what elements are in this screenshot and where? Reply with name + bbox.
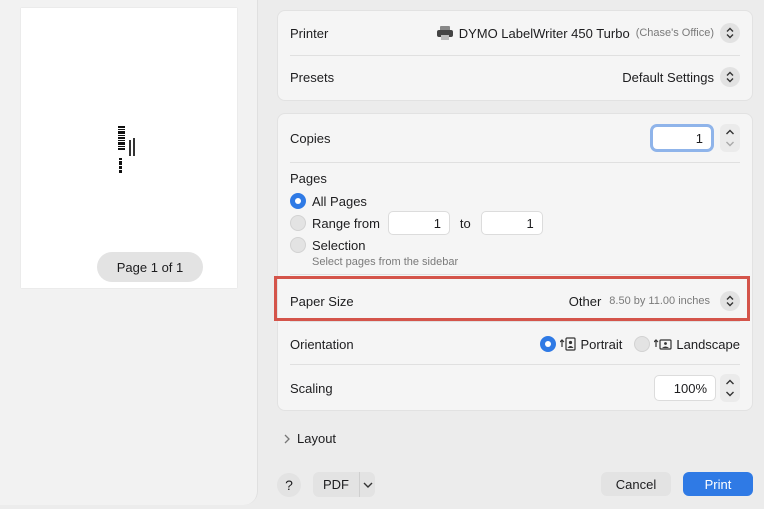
range-start-input[interactable] (387, 211, 450, 235)
print-button[interactable]: Print (683, 472, 753, 496)
printer-label: Printer (290, 25, 329, 41)
range-option[interactable]: Range from to (290, 211, 543, 235)
range-from-label: Range from (312, 215, 380, 231)
scaling-row: Scaling (290, 373, 740, 403)
chevron-down-icon[interactable] (361, 480, 375, 490)
chevron-right-icon (284, 434, 290, 443)
label-preview-icon (118, 126, 135, 173)
print-settings: Printer DYMO LabelWriter 450 Turbo (Chas… (277, 0, 764, 509)
landscape-label: Landscape (676, 336, 740, 352)
copies-row: Copies (290, 122, 740, 154)
selection-label: Selection (312, 237, 366, 253)
presets-value: Default Settings (622, 69, 714, 85)
portrait-icon (560, 337, 577, 351)
help-button[interactable]: ? (277, 473, 301, 497)
range-to-label: to (459, 215, 471, 231)
landscape-icon (654, 339, 672, 350)
range-end-input[interactable] (480, 211, 543, 235)
selection-option[interactable]: Selection (290, 237, 365, 253)
all-pages-label: All Pages (312, 193, 367, 209)
selection-radio[interactable] (290, 237, 306, 253)
all-pages-radio[interactable] (290, 193, 306, 209)
presets-row[interactable]: Presets Default Settings (290, 65, 740, 89)
preview-sidebar: Page 1 of 1 (0, 0, 258, 505)
divider (359, 472, 360, 497)
divider (290, 162, 740, 163)
scaling-stepper[interactable] (720, 374, 740, 402)
selection-hint: Select pages from the sidebar (312, 256, 459, 268)
pages-label: Pages (290, 171, 327, 186)
page-thumbnail[interactable]: Page 1 of 1 (21, 8, 237, 288)
paper-size-highlight (274, 276, 750, 321)
portrait-radio[interactable] (540, 336, 557, 352)
orientation-label: Orientation (290, 336, 354, 352)
presets-label: Presets (290, 69, 335, 85)
divider (290, 55, 740, 56)
pdf-button[interactable]: PDF (313, 472, 375, 497)
options-section: Copies Pages All Pages Range from to Sel… (277, 113, 753, 411)
printer-section: Printer DYMO LabelWriter 450 Turbo (Chas… (277, 10, 753, 101)
divider (290, 364, 740, 365)
copies-label: Copies (290, 130, 331, 146)
printer-location: (Chase's Office) (635, 27, 714, 39)
copies-input[interactable] (650, 124, 714, 152)
range-radio[interactable] (290, 215, 306, 231)
portrait-label: Portrait (580, 336, 623, 352)
page-indicator: Page 1 of 1 (97, 252, 203, 282)
layout-label: Layout (297, 431, 337, 446)
scaling-input[interactable] (654, 375, 716, 401)
chevron-updown-icon[interactable] (720, 67, 740, 87)
scaling-label: Scaling (290, 380, 333, 396)
divider (290, 274, 740, 275)
orientation-row: Orientation Portrait Landscape (290, 332, 740, 356)
printer-row[interactable]: Printer DYMO LabelWriter 450 Turbo (Chas… (290, 21, 740, 45)
cancel-button[interactable]: Cancel (601, 472, 671, 496)
copies-stepper[interactable] (720, 124, 740, 152)
landscape-radio[interactable] (634, 336, 651, 352)
pdf-label: PDF (323, 477, 349, 492)
chevron-updown-icon[interactable] (720, 23, 740, 43)
layout-disclosure[interactable]: Layout (283, 431, 336, 446)
printer-name: DYMO LabelWriter 450 Turbo (458, 25, 630, 41)
all-pages-option[interactable]: All Pages (290, 193, 367, 209)
divider (290, 321, 740, 322)
printer-icon (436, 26, 453, 40)
